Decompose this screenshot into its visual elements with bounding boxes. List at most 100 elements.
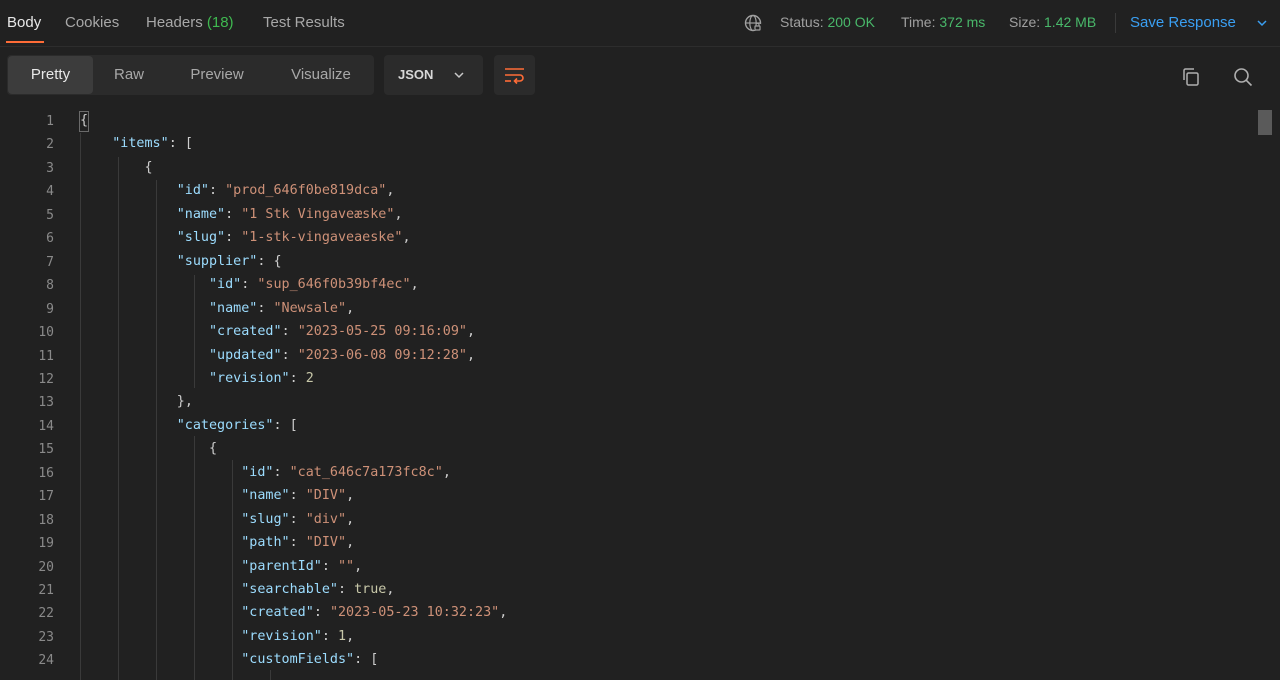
code-token: "id" [241,464,274,480]
code-token: 1 [338,628,347,644]
line-number: 3 [46,160,54,176]
scrollbar-thumb[interactable] [1258,110,1272,135]
code-token: : [281,324,298,340]
code-token: : [289,511,306,527]
code-token: , [346,511,355,527]
line-number: 12 [38,371,54,387]
code-text: "created": "2023-05-23 10:32:23", [80,605,507,620]
code-token: , [346,628,355,644]
code-token: 2 [305,370,314,386]
code-token: : [313,605,330,621]
wrap-lines-button[interactable] [494,55,535,95]
line-number: 24 [38,653,54,669]
code-token: "" [338,558,355,574]
line-number: 20 [38,559,54,575]
code-token: , [346,488,355,504]
body-toolbar: Pretty Raw Preview Visualize JSON [0,54,1280,98]
line-number: 4 [46,184,54,200]
line-number: 23 [38,629,54,645]
time-label: Time: [901,14,936,30]
code-token: , [394,206,403,222]
code-token: : [225,206,242,222]
code-line: 13 }, [0,391,1250,414]
code-line: 6 "slug": "1-stk-vingaveaeske", [0,227,1250,250]
code-text: { [80,441,217,456]
status-label: Status: [780,14,824,30]
code-token: , [410,277,419,293]
code-token: : [168,136,185,152]
tab-body[interactable]: Body [7,14,41,31]
code-token: "2023-06-08 09:12:28" [297,347,467,363]
format-value: JSON [398,67,434,82]
code-text: "categories": [ [80,418,298,433]
code-text: "searchable": true, [80,582,394,597]
line-number: 5 [46,207,54,223]
copy-icon[interactable] [1180,66,1202,88]
chevron-down-icon[interactable] [1255,16,1269,30]
headers-count-badge: (18) [206,14,234,31]
code-line: 5 "name": "1 Stk Vingaveæske", [0,204,1250,227]
save-response-button[interactable]: Save Response [1130,14,1236,31]
view-mode-pretty[interactable]: Pretty [8,56,93,94]
vertical-scrollbar[interactable] [1256,110,1274,680]
code-token: "DIV" [305,488,347,504]
code-text: "customFields": [ [80,652,378,667]
tab-test-results[interactable]: Test Results [263,14,345,31]
code-token: "categories" [176,417,274,433]
code-text: "slug": "div", [80,512,354,527]
line-number: 18 [38,512,54,528]
response-body-editor[interactable]: 1{2 "items": [3 {4 "id": "prod_646f0be81… [0,110,1280,680]
line-number: 2 [46,137,54,153]
code-text: "created": "2023-05-25 09:16:09", [80,324,475,339]
size-value: 1.42 MB [1044,14,1097,30]
time-indicator[interactable]: Time: 372 ms [901,14,985,30]
view-mode-preview[interactable]: Preview [172,56,262,94]
code-token: "items" [112,136,169,152]
line-number: 7 [46,254,54,270]
code-token: "path" [241,535,290,551]
code-token: "slug" [241,511,290,527]
code-line: 1{ [0,110,1250,133]
time-value: 372 ms [939,14,986,30]
code-line: 15 { [0,438,1250,461]
code-line: 8 "id": "sup_646f0b39bf4ec", [0,274,1250,297]
status-indicator[interactable]: Status: 200 OK [780,14,875,30]
view-mode-visualize[interactable]: Visualize [275,56,367,94]
code-line: 19 "path": "DIV", [0,532,1250,555]
code-token: { [144,159,153,175]
size-label: Size: [1009,14,1041,30]
size-indicator[interactable]: Size: 1.42 MB [1009,14,1096,30]
code-line: 21 "searchable": true, [0,579,1250,602]
globe-icon[interactable] [743,13,763,33]
view-mode-raw[interactable]: Raw [95,56,163,94]
search-icon[interactable] [1232,66,1254,88]
code-text: "supplier": { [80,254,282,269]
line-number: 17 [38,489,54,505]
tab-headers[interactable]: Headers (18) [146,14,234,31]
code-token: [ [289,417,298,433]
code-token: "id" [176,183,209,199]
code-line: 24 "customFields": [ [0,649,1250,672]
code-token: , [402,230,411,246]
code-text: "id": "cat_646c7a173fc8c", [80,465,451,480]
code-token: "2023-05-25 09:16:09" [297,324,467,340]
code-token: "2023-05-23 10:32:23" [329,605,500,621]
tab-cookies[interactable]: Cookies [65,14,119,31]
code-line: 23 "revision": 1, [0,626,1250,649]
format-select[interactable]: JSON [384,55,483,95]
code-token: : [289,535,306,551]
code-line: 11 "updated": "2023-06-08 09:12:28", [0,345,1250,368]
